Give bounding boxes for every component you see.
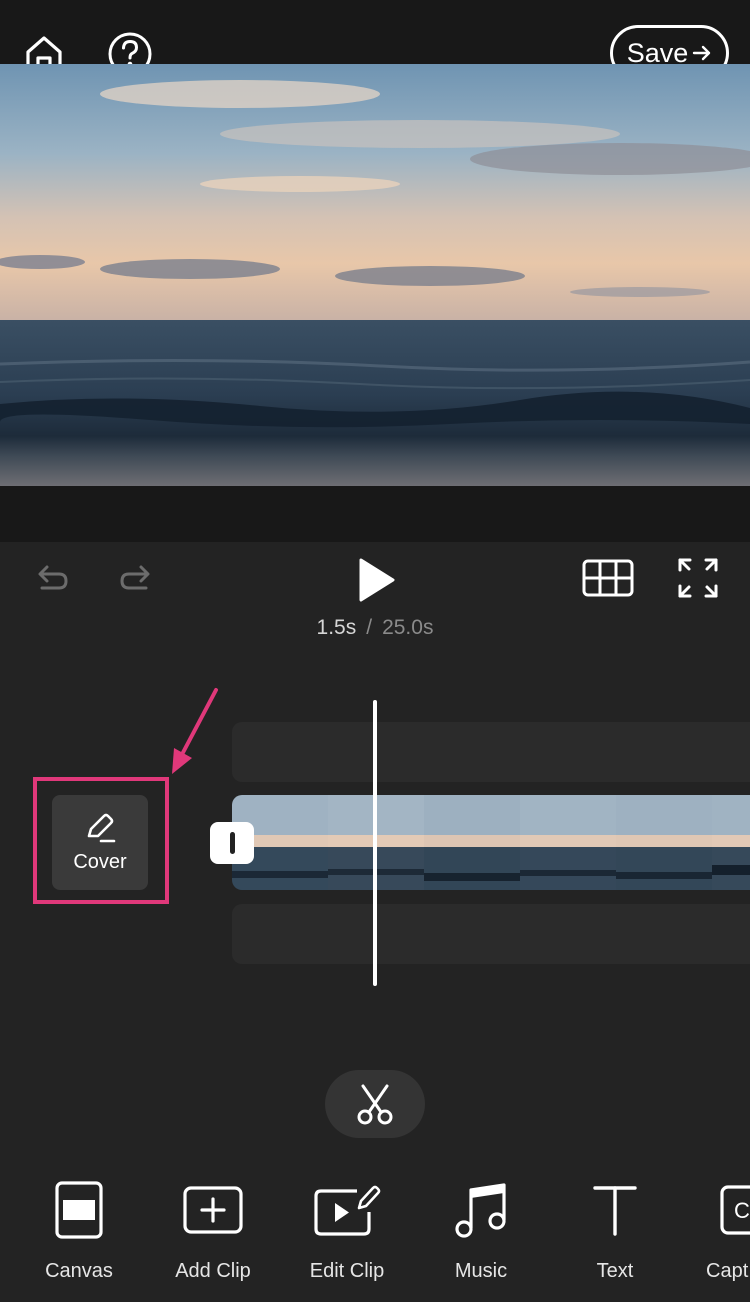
playback-controls: 1.5s / 25.0s: [0, 542, 750, 682]
fullscreen-button[interactable]: [674, 554, 722, 602]
play-icon: [359, 558, 395, 602]
tool-label: Capt: [706, 1260, 749, 1282]
preview-area: [0, 64, 750, 542]
add-clip-icon: [183, 1186, 243, 1234]
grid-icon: [582, 559, 634, 597]
tool-captions[interactable]: C Capt: [682, 1170, 750, 1290]
tool-label: Music: [454, 1260, 508, 1282]
time-display: 1.5s / 25.0s: [0, 616, 750, 640]
canvas-icon: [55, 1181, 103, 1239]
tool-label: Text: [596, 1260, 634, 1282]
scissors-icon: [357, 1084, 393, 1125]
tool-music[interactable]: Music: [414, 1170, 548, 1290]
trim-handle-left[interactable]: [210, 822, 254, 864]
tool-label: Add Clip: [175, 1260, 251, 1282]
tool-label: Canvas: [45, 1260, 113, 1282]
handle-grip: [229, 832, 235, 854]
audio-track[interactable]: [232, 904, 750, 964]
clip-frame: [520, 795, 616, 890]
svg-text:C: C: [734, 1198, 750, 1223]
cover-label: Cover: [73, 851, 127, 873]
pencil-icon: [87, 813, 116, 843]
clip-frame: [712, 795, 750, 890]
time-separator: /: [366, 616, 373, 639]
overlay-track[interactable]: [232, 722, 750, 782]
video-clip-track[interactable]: [232, 795, 750, 890]
play-button[interactable]: [350, 554, 402, 606]
text-icon: [593, 1186, 637, 1236]
clip-frame: [616, 795, 712, 890]
redo-icon: [120, 565, 150, 590]
redo-button[interactable]: [114, 556, 158, 600]
grid-button[interactable]: [580, 556, 636, 600]
split-button[interactable]: [325, 1070, 425, 1138]
playhead[interactable]: [373, 700, 377, 986]
music-icon: [455, 1183, 506, 1238]
tool-text[interactable]: Text: [548, 1170, 682, 1290]
undo-icon: [38, 565, 68, 590]
fullscreen-icon: [678, 558, 718, 598]
annotation-arrow: [172, 688, 218, 774]
preview-image: [0, 64, 750, 486]
tool-edit-clip[interactable]: Edit Clip: [280, 1170, 414, 1290]
tool-label: Edit Clip: [309, 1260, 385, 1282]
arrow-right-icon: [693, 45, 711, 61]
tool-add-clip[interactable]: Add Clip: [146, 1170, 280, 1290]
current-time: 1.5s: [316, 616, 357, 639]
clip-frame: [424, 795, 520, 890]
undo-button[interactable]: [30, 556, 74, 600]
bottom-toolbar: Canvas Add Clip Edit Clip Music Text C C…: [0, 1170, 750, 1302]
video-preview[interactable]: [0, 64, 750, 486]
total-time: 25.0s: [382, 616, 434, 639]
tool-canvas[interactable]: Canvas: [12, 1170, 146, 1290]
cover-button[interactable]: Cover: [52, 795, 148, 890]
captions-icon: C: [720, 1185, 750, 1235]
edit-clip-icon: [314, 1185, 381, 1236]
